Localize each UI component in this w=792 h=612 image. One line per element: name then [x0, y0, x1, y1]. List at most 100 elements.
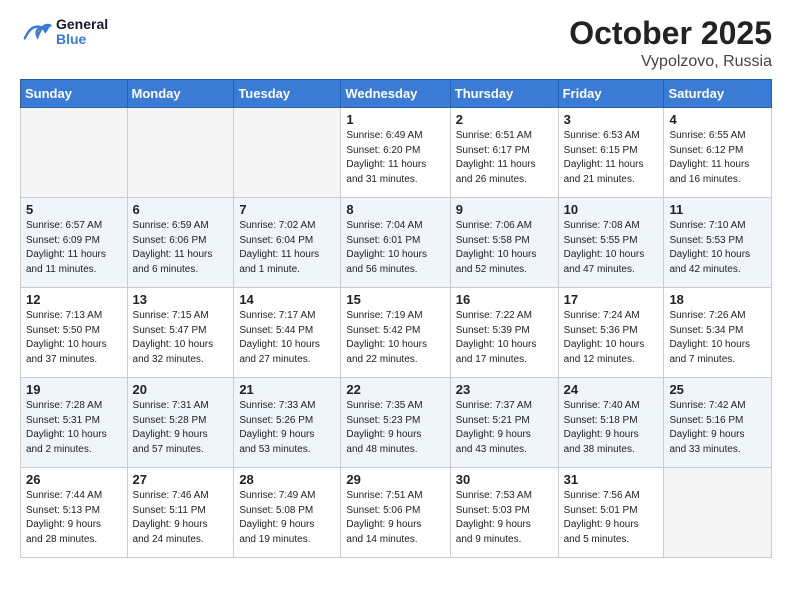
day-number: 14	[239, 292, 335, 307]
calendar-table: SundayMondayTuesdayWednesdayThursdayFrid…	[20, 79, 772, 558]
weekday-header-wednesday: Wednesday	[341, 80, 450, 108]
day-info: Sunrise: 6:49 AM Sunset: 6:20 PM Dayligh…	[346, 129, 444, 187]
day-info: Sunrise: 6:57 AM Sunset: 6:09 PM Dayligh…	[26, 219, 122, 277]
calendar-day-22: 22 Sunrise: 7:35 AM Sunset: 5:23 PM Dayli…	[341, 378, 450, 468]
header: General Blue October 2025 Vypolzovo, Rus…	[20, 16, 772, 71]
day-info: Sunrise: 6:55 AM Sunset: 6:12 PM Dayligh…	[669, 129, 766, 187]
day-info: Sunrise: 7:46 AM Sunset: 5:11 PM Dayligh…	[133, 489, 229, 547]
day-number: 12	[26, 292, 122, 307]
day-info: Sunrise: 7:35 AM Sunset: 5:23 PM Dayligh…	[346, 399, 444, 457]
calendar-day-20: 20Sunrise: 7:31 AM Sunset: 5:28 PM Dayli…	[127, 378, 234, 468]
day-info: Sunrise: 7:10 AM Sunset: 5:53 PM Dayligh…	[669, 219, 766, 277]
calendar-day-21: 21Sunrise: 7:33 AM Sunset: 5:26 PM Dayli…	[234, 378, 341, 468]
day-number: 15	[346, 292, 444, 307]
day-info: Sunrise: 7:17 AM Sunset: 5:44 PM Dayligh…	[239, 309, 335, 367]
calendar-week-row: 19Sunrise: 7:28 AM Sunset: 5:31 PM Dayli…	[21, 378, 772, 468]
day-info: Sunrise: 7:44 AM Sunset: 5:13 PM Dayligh…	[26, 489, 122, 547]
day-number: 13	[133, 292, 229, 307]
day-info: Sunrise: 7:02 AM Sunset: 6:04 PM Dayligh…	[239, 219, 335, 277]
day-number: 21	[239, 382, 335, 397]
day-number: 2	[456, 112, 553, 127]
day-number: 31	[564, 472, 659, 487]
day-number: 8	[346, 202, 444, 217]
calendar-day-26: 26 Sunrise: 7:44 AM Sunset: 5:13 PM Dayli…	[21, 468, 128, 558]
day-number: 29	[346, 472, 444, 487]
day-info: Sunrise: 7:56 AM Sunset: 5:01 PM Dayligh…	[564, 489, 659, 547]
day-number: 17	[564, 292, 659, 307]
calendar-day-17: 17 Sunrise: 7:24 AM Sunset: 5:36 PM Dayli…	[558, 288, 664, 378]
day-info: Sunrise: 7:13 AM Sunset: 5:50 PM Dayligh…	[26, 309, 122, 367]
calendar-day-4: 4 Sunrise: 6:55 AM Sunset: 6:12 PM Daylig…	[664, 108, 772, 198]
calendar-day-2: 2 Sunrise: 6:51 AM Sunset: 6:17 PM Daylig…	[450, 108, 558, 198]
day-info: Sunrise: 7:15 AM Sunset: 5:47 PM Dayligh…	[133, 309, 229, 367]
calendar-day-11: 11 Sunrise: 7:10 AM Sunset: 5:53 PM Dayli…	[664, 198, 772, 288]
calendar-day-30: 30 Sunrise: 7:53 AM Sunset: 5:03 PM Dayli…	[450, 468, 558, 558]
day-info: Sunrise: 6:51 AM Sunset: 6:17 PM Dayligh…	[456, 129, 553, 187]
day-number: 11	[669, 202, 766, 217]
day-info: Sunrise: 7:06 AM Sunset: 5:58 PM Dayligh…	[456, 219, 553, 277]
calendar-day-empty	[234, 108, 341, 198]
weekday-header-monday: Monday	[127, 80, 234, 108]
calendar-day-10: 10Sunrise: 7:08 AM Sunset: 5:55 PM Dayli…	[558, 198, 664, 288]
calendar-day-3: 3 Sunrise: 6:53 AM Sunset: 6:15 PM Daylig…	[558, 108, 664, 198]
day-number: 19	[26, 382, 122, 397]
calendar-day-23: 23 Sunrise: 7:37 AM Sunset: 5:21 PM Dayli…	[450, 378, 558, 468]
day-number: 22	[346, 382, 444, 397]
day-info: Sunrise: 7:42 AM Sunset: 5:16 PM Dayligh…	[669, 399, 766, 457]
day-number: 9	[456, 202, 553, 217]
day-info: Sunrise: 7:49 AM Sunset: 5:08 PM Dayligh…	[239, 489, 335, 547]
day-number: 7	[239, 202, 335, 217]
day-info: Sunrise: 6:53 AM Sunset: 6:15 PM Dayligh…	[564, 129, 659, 187]
calendar-day-16: 16 Sunrise: 7:22 AM Sunset: 5:39 PM Dayli…	[450, 288, 558, 378]
day-info: Sunrise: 7:37 AM Sunset: 5:21 PM Dayligh…	[456, 399, 553, 457]
day-info: Sunrise: 7:31 AM Sunset: 5:28 PM Dayligh…	[133, 399, 229, 457]
calendar-day-13: 13 Sunrise: 7:15 AM Sunset: 5:47 PM Dayli…	[127, 288, 234, 378]
logo-text: General Blue	[56, 17, 108, 48]
calendar-day-empty	[127, 108, 234, 198]
calendar-day-19: 19Sunrise: 7:28 AM Sunset: 5:31 PM Dayli…	[21, 378, 128, 468]
calendar-day-15: 15Sunrise: 7:19 AM Sunset: 5:42 PM Dayli…	[341, 288, 450, 378]
day-info: Sunrise: 7:51 AM Sunset: 5:06 PM Dayligh…	[346, 489, 444, 547]
day-number: 18	[669, 292, 766, 307]
weekday-header-thursday: Thursday	[450, 80, 558, 108]
calendar-day-empty	[21, 108, 128, 198]
calendar-day-25: 25 Sunrise: 7:42 AM Sunset: 5:16 PM Dayli…	[664, 378, 772, 468]
location-subtitle: Vypolzovo, Russia	[569, 53, 772, 71]
calendar-day-7: 7 Sunrise: 7:02 AM Sunset: 6:04 PM Daylig…	[234, 198, 341, 288]
weekday-header-saturday: Saturday	[664, 80, 772, 108]
calendar-week-row: 26 Sunrise: 7:44 AM Sunset: 5:13 PM Dayli…	[21, 468, 772, 558]
day-number: 10	[564, 202, 659, 217]
day-number: 6	[133, 202, 229, 217]
logo-icon	[20, 16, 52, 48]
day-number: 5	[26, 202, 122, 217]
calendar-day-9: 9 Sunrise: 7:06 AM Sunset: 5:58 PM Daylig…	[450, 198, 558, 288]
logo: General Blue	[20, 16, 108, 48]
day-info: Sunrise: 7:53 AM Sunset: 5:03 PM Dayligh…	[456, 489, 553, 547]
day-number: 24	[564, 382, 659, 397]
calendar-day-31: 31 Sunrise: 7:56 AM Sunset: 5:01 PM Dayli…	[558, 468, 664, 558]
title-block: October 2025 Vypolzovo, Russia	[569, 16, 772, 71]
day-number: 3	[564, 112, 659, 127]
calendar-week-row: 12 Sunrise: 7:13 AM Sunset: 5:50 PM Dayli…	[21, 288, 772, 378]
day-info: Sunrise: 7:22 AM Sunset: 5:39 PM Dayligh…	[456, 309, 553, 367]
day-number: 4	[669, 112, 766, 127]
day-number: 23	[456, 382, 553, 397]
day-number: 30	[456, 472, 553, 487]
day-info: Sunrise: 7:26 AM Sunset: 5:34 PM Dayligh…	[669, 309, 766, 367]
day-number: 25	[669, 382, 766, 397]
day-info: Sunrise: 6:59 AM Sunset: 6:06 PM Dayligh…	[133, 219, 229, 277]
weekday-header-friday: Friday	[558, 80, 664, 108]
calendar-day-8: 8 Sunrise: 7:04 AM Sunset: 6:01 PM Daylig…	[341, 198, 450, 288]
day-number: 28	[239, 472, 335, 487]
calendar-week-row: 1Sunrise: 6:49 AM Sunset: 6:20 PM Daylig…	[21, 108, 772, 198]
calendar-week-row: 5 Sunrise: 6:57 AM Sunset: 6:09 PM Daylig…	[21, 198, 772, 288]
calendar-day-12: 12 Sunrise: 7:13 AM Sunset: 5:50 PM Dayli…	[21, 288, 128, 378]
day-number: 26	[26, 472, 122, 487]
day-number: 16	[456, 292, 553, 307]
day-info: Sunrise: 7:40 AM Sunset: 5:18 PM Dayligh…	[564, 399, 659, 457]
calendar-day-1: 1Sunrise: 6:49 AM Sunset: 6:20 PM Daylig…	[341, 108, 450, 198]
calendar-day-5: 5 Sunrise: 6:57 AM Sunset: 6:09 PM Daylig…	[21, 198, 128, 288]
day-info: Sunrise: 7:24 AM Sunset: 5:36 PM Dayligh…	[564, 309, 659, 367]
day-info: Sunrise: 7:04 AM Sunset: 6:01 PM Dayligh…	[346, 219, 444, 277]
weekday-header-row: SundayMondayTuesdayWednesdayThursdayFrid…	[21, 80, 772, 108]
